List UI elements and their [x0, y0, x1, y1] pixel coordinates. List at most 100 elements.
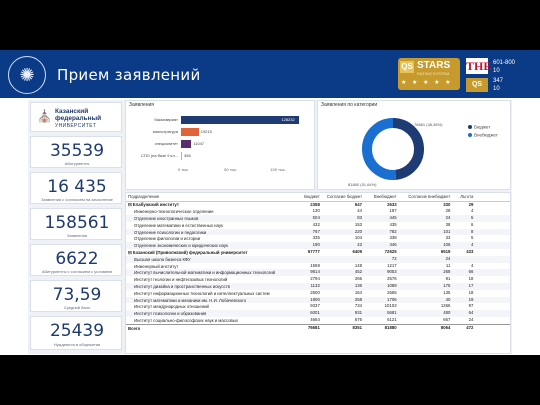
brand-block: ⛪ Казанский федеральный УНИВЕРСИТЕТ	[30, 102, 122, 132]
column-header[interactable]: Согласие бюджет	[321, 193, 365, 202]
table-row[interactable]: Инженерный институт 1559 148 1217 11 4	[126, 263, 510, 270]
column-header[interactable]: Подразделение	[126, 193, 288, 202]
slide: ✺ Прием заявлений QS STARS RATING SYSTEM…	[0, 50, 540, 355]
table-row[interactable]: Институт социально-философских наук и ма…	[126, 317, 510, 324]
table-cell: 9814	[310, 269, 320, 275]
table-cell: 8064	[440, 324, 451, 330]
bar[interactable]	[181, 151, 182, 160]
table-row[interactable]: Инженерно-технологическое отделение 130 44…	[126, 208, 510, 215]
kpi-value: 25439	[49, 321, 105, 341]
x-tick-label: 100 тыс.	[270, 167, 286, 172]
table-cell: 445	[389, 215, 397, 221]
table-row[interactable]: Отделение психологии и педагогики 767 220 7…	[126, 228, 510, 236]
bar[interactable]	[181, 139, 192, 148]
dashboard: ⛪ Казанский федеральный УНИВЕРСИТЕТ 3553…	[28, 100, 512, 354]
table-body: ⊟ Елабужский институт 2358 647 2633 330 29 Инж…	[126, 201, 510, 332]
table-cell: 338	[389, 235, 397, 241]
donut-slice[interactable]	[392, 118, 424, 180]
table-cell: 72625	[384, 249, 397, 255]
table-cell: 2358	[310, 201, 320, 207]
column-header[interactable]: Бюджет	[287, 193, 322, 202]
table-row[interactable]: Институт математики и механики им. Н.И. …	[126, 296, 510, 304]
table-cell: 2665	[387, 289, 397, 295]
table-row[interactable]: Институт дизайна и пространственных иску…	[126, 283, 510, 290]
kpi-card-consent[interactable]: 16 435 Заявления с согласием на зачислен…	[30, 172, 122, 204]
table-group-row[interactable]: ⊟ Казанский (Приволжский) федеральный ун…	[126, 249, 510, 256]
table-cell: 6	[471, 221, 474, 227]
bar[interactable]	[181, 127, 199, 136]
table-row[interactable]: Отделение экономических и юридических на…	[126, 242, 510, 250]
table-cell: Инженерно-технологическое отделение	[134, 209, 214, 215]
stars-label: STARS	[417, 60, 451, 71]
kpi-label: Заявления с согласием на зачисление	[41, 197, 113, 202]
table-row[interactable]: Институт информационных технологий и инт…	[126, 290, 510, 297]
table-row[interactable]: Отделение иностранных языков 504 83 445 24 5	[126, 215, 510, 222]
table-cell: 6409	[352, 249, 363, 255]
donut-chart: 76681 (48,36%) 81880 (51,64%) Бюджет Внебюд…	[348, 118, 498, 187]
table-cell: 17	[468, 283, 474, 289]
applications-category-panel: Заявления по категории 76681 (48,36%) 818…	[317, 100, 511, 190]
qs-small-logo: QS	[466, 78, 488, 92]
table-row[interactable]: Институт психологии и образования 6001 931…	[126, 310, 510, 318]
data-bar-cell	[475, 290, 510, 297]
table-cell: 6001	[310, 310, 320, 316]
table-cell: 2576	[387, 276, 397, 282]
table-cell: 19	[468, 296, 474, 302]
table-cell: Институт дизайна и пространственных иску…	[134, 283, 230, 289]
table-cell: Отделение филологии и истории	[134, 236, 201, 242]
bar-category-label: бакалавриат	[154, 117, 178, 122]
table-row[interactable]: Высшая школа бизнеса КФУ 72 24	[126, 255, 510, 263]
kpi-card-applications[interactable]: 158561 Заявления	[30, 208, 122, 240]
donut-slice[interactable]	[362, 118, 397, 180]
column-header	[475, 193, 510, 202]
qs-logo: QS	[400, 61, 414, 73]
legend-label[interactable]: Внебюджет	[474, 133, 498, 138]
table-cell: 676	[354, 317, 363, 323]
table-cell: Всего	[128, 325, 141, 331]
table-cell: 106	[443, 242, 451, 248]
table-cell: Отделение иностранных языков	[134, 215, 199, 221]
table-cell: Институт психологии и образования	[134, 311, 207, 317]
table-cell: 76681	[307, 324, 320, 330]
table-cell: 175	[443, 283, 451, 289]
table-cell: 44	[357, 208, 363, 214]
table-cell: Институт социально-философских наук и ма…	[134, 317, 238, 323]
kpi-label: Средний балл	[63, 305, 91, 310]
table-cell: 667	[443, 317, 451, 323]
table-row[interactable]: Институт вычислительной математики и инф…	[126, 269, 510, 277]
table-cell: 5	[471, 235, 474, 241]
table-cell: Институт международных отношений	[134, 304, 209, 310]
column-header[interactable]: Внебюджет	[364, 193, 399, 202]
table-cell: 647	[354, 201, 363, 207]
the-rank: 601-800 10	[493, 59, 515, 75]
table-cell: 4	[471, 262, 474, 268]
column-header[interactable]: Льгота	[452, 193, 476, 202]
column-header[interactable]: Согласие внебюджет	[398, 193, 453, 202]
bar-category-label: СПО (на базе 9 кл...	[140, 153, 178, 158]
data-bar-cell	[475, 317, 510, 324]
data-bar-cell	[475, 283, 510, 290]
kfu-emblem-icon: ✺	[8, 56, 46, 94]
table-cell: 2600	[310, 289, 320, 295]
kpi-card-avg-score[interactable]: 73,59 Средний балл	[30, 280, 122, 312]
kpi-card-applicants[interactable]: 35539 Абитуриенты	[30, 136, 122, 168]
table-row[interactable]: Отделение филологии и истории 335 104 338 33…	[126, 235, 510, 242]
kpi-card-dormitory[interactable]: 25439 Нуждаются в общежитии	[30, 316, 122, 350]
table-cell: 18	[468, 289, 474, 295]
legend-swatch	[468, 125, 472, 129]
table-cell: 97	[468, 303, 474, 309]
data-bar-cell	[475, 310, 510, 318]
table-row[interactable]: Институт международных отношений 9337 734 1…	[126, 303, 510, 310]
bar-chart: бакалавриат 128232 магистратура 19215 специа…	[126, 101, 316, 191]
table-cell: 148	[354, 262, 363, 268]
data-bar-cell	[475, 228, 510, 236]
table-row[interactable]: Отделение математики и естественных наук…	[126, 222, 510, 229]
table-cell: 81880	[384, 324, 397, 330]
legend-label[interactable]: Бюджет	[474, 125, 490, 130]
table-cell: 4	[471, 208, 474, 214]
table-group-row[interactable]: ⊟ Елабужский институт 2358 647 2633 330 29	[126, 201, 510, 208]
table-cell: 931	[354, 310, 363, 316]
table-row[interactable]: Институт геологии и нефтегазовых техноло…	[126, 276, 510, 283]
table-total-row[interactable]: Всего 76681 8351 81880 8064 472	[126, 323, 510, 332]
kpi-card-conditional-consent[interactable]: 6622 Абитуриенты с согласием с условием	[30, 244, 122, 276]
